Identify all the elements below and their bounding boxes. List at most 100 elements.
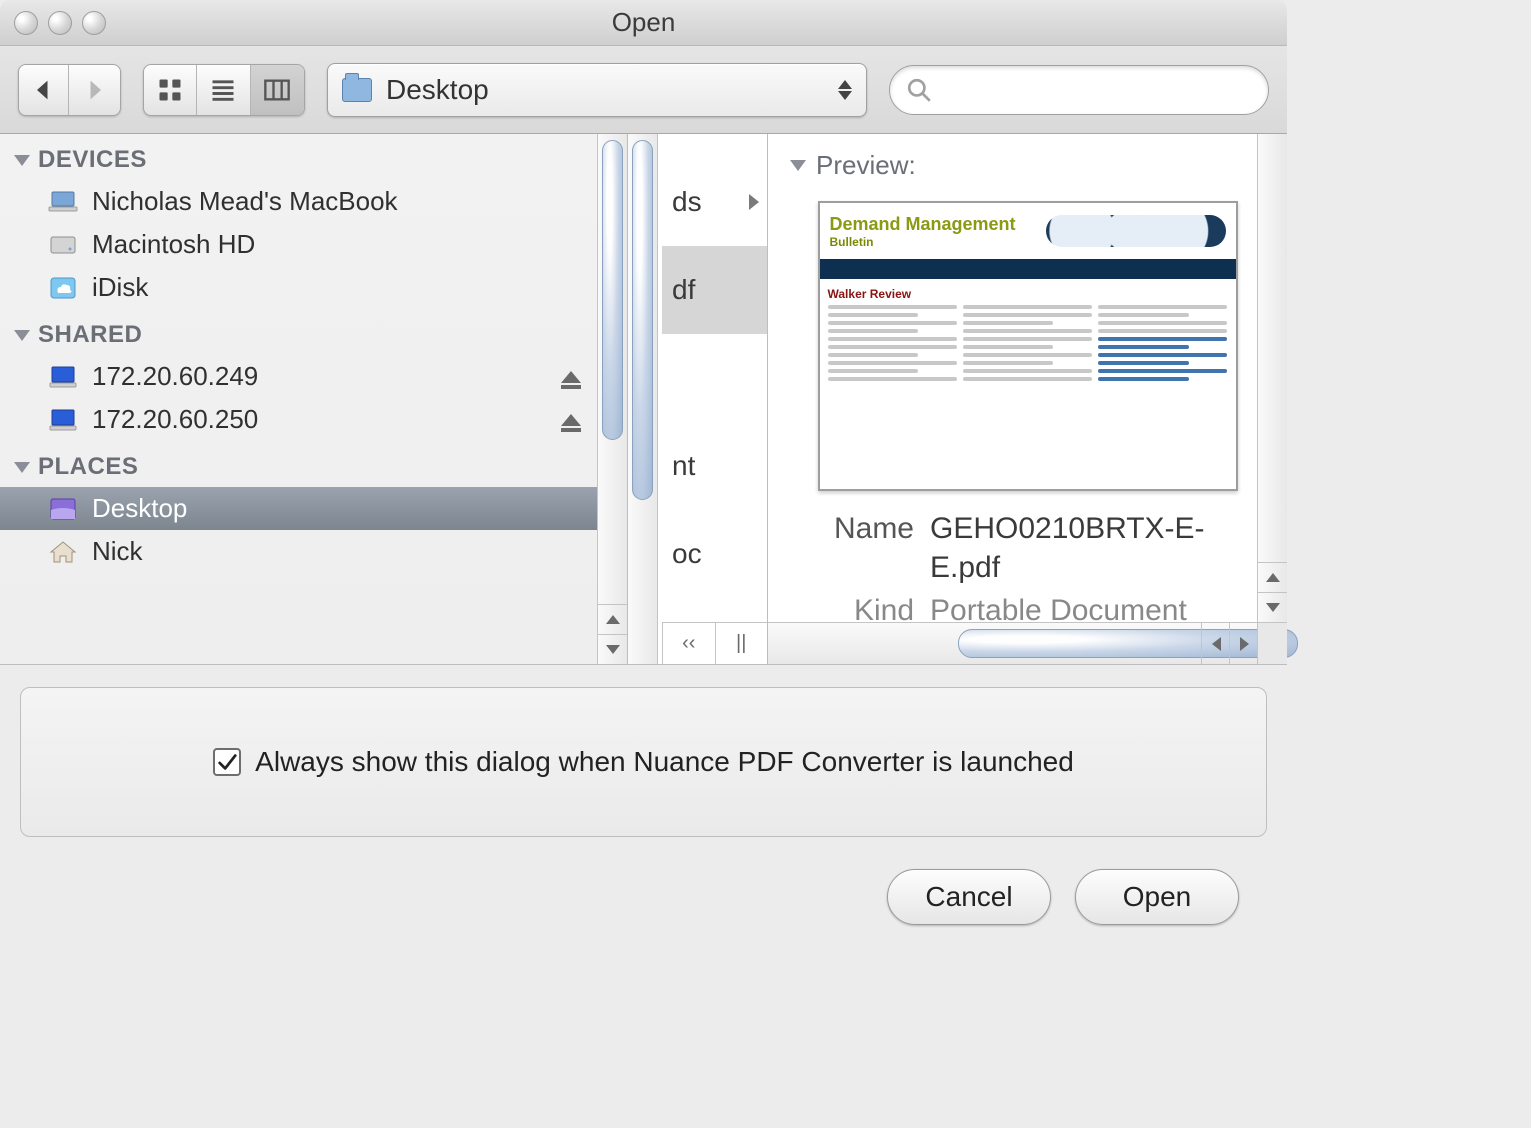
sidebar-item-shared-1[interactable]: 172.20.60.249: [0, 355, 627, 398]
doc-banner-strip: [820, 259, 1236, 279]
list-item[interactable]: nt: [662, 422, 767, 510]
network-pc-icon: [48, 407, 78, 433]
list-item[interactable]: df: [662, 246, 767, 334]
sidebar-item-macbook[interactable]: Nicholas Mead's MacBook: [0, 180, 627, 223]
open-button[interactable]: Open: [1075, 869, 1239, 925]
scroll-left-button[interactable]: [1201, 623, 1231, 664]
sidebar-item-shared-2[interactable]: 172.20.60.250: [0, 398, 627, 441]
desktop-icon: [48, 496, 78, 522]
section-header-devices[interactable]: DEVICES: [0, 134, 627, 180]
section-title: DEVICES: [38, 146, 147, 174]
column-scrollbar[interactable]: [628, 134, 658, 664]
file-name-fragment: ds: [672, 186, 702, 218]
eject-icon[interactable]: [561, 371, 581, 383]
search-input[interactable]: [942, 76, 1252, 104]
file-name-fragment: oc: [672, 538, 702, 570]
doc-title: Demand Management: [830, 214, 1016, 235]
network-pc-icon: [48, 364, 78, 390]
preview-header[interactable]: Preview:: [768, 134, 1287, 197]
preview-vertical-scrollbar[interactable]: [1257, 134, 1287, 622]
section-title: PLACES: [38, 453, 138, 481]
scroll-down-button[interactable]: [598, 634, 627, 664]
disclosure-triangle-icon: [14, 330, 30, 341]
always-show-label: Always show this dialog when Nuance PDF …: [255, 746, 1074, 778]
file-name-fragment: df: [672, 274, 695, 306]
preview-label: Preview:: [816, 150, 916, 181]
scroll-corner: [1257, 623, 1287, 664]
preview-column: Preview: Demand Management Bulletin Walk…: [768, 134, 1287, 664]
column-view-button[interactable]: [251, 65, 304, 115]
list-item[interactable]: oc: [662, 510, 767, 598]
idisk-icon: [48, 275, 78, 301]
list-view-button[interactable]: [197, 65, 251, 115]
location-label: Desktop: [386, 74, 489, 106]
icon-view-button[interactable]: [144, 65, 198, 115]
list-item[interactable]: ds: [662, 158, 767, 246]
sidebar-item-label: Macintosh HD: [92, 229, 255, 260]
back-button[interactable]: [19, 65, 69, 115]
chevron-right-icon: [749, 194, 759, 210]
search-icon: [906, 77, 932, 103]
scrollbar-thumb[interactable]: [602, 140, 623, 440]
sidebar-item-macintosh-hd[interactable]: Macintosh HD: [0, 223, 627, 266]
home-icon: [48, 539, 78, 565]
cancel-button[interactable]: Cancel: [887, 869, 1051, 925]
open-dialog-window: Open Desktop: [0, 0, 1287, 965]
doc-body-preview: Walker Review: [820, 279, 1236, 489]
scroll-down-button[interactable]: [1258, 592, 1287, 622]
doc-banner-graphic: [1046, 215, 1226, 247]
scroll-right-button[interactable]: ||: [715, 623, 768, 664]
section-header-places[interactable]: PLACES: [0, 441, 627, 487]
sidebar-item-label: Desktop: [92, 493, 187, 524]
hdd-icon: [48, 232, 78, 258]
section-title: SHARED: [38, 321, 142, 349]
file-list: ds df nt oc: [662, 134, 767, 664]
meta-name-label: Name: [804, 509, 914, 587]
sidebar-item-desktop[interactable]: Desktop: [0, 487, 627, 530]
preview-horizontal-scrollbar[interactable]: [768, 622, 1287, 664]
sidebar-item-label: iDisk: [92, 272, 148, 303]
view-mode-buttons: [143, 64, 305, 116]
disclosure-triangle-icon: [14, 462, 30, 473]
folder-icon: [342, 78, 372, 102]
dialog-buttons: Cancel Open: [0, 859, 1287, 955]
sidebar-item-home[interactable]: Nick: [0, 530, 627, 573]
file-name-fragment: nt: [672, 450, 695, 482]
sidebar-scrollbar[interactable]: [597, 134, 627, 664]
section-header-shared[interactable]: SHARED: [0, 309, 627, 355]
sidebar-item-label: Nick: [92, 536, 143, 567]
sidebar-item-label: 172.20.60.250: [92, 404, 258, 435]
scrollbar-thumb[interactable]: [632, 140, 653, 500]
scroll-up-button[interactable]: [598, 604, 627, 634]
meta-name-value: GEHO0210BRTX-E-E.pdf: [930, 509, 1251, 587]
preview-metadata: Name GEHO0210BRTX-E-E.pdf Kind Portable …: [768, 509, 1287, 630]
scroll-right-button[interactable]: [1229, 623, 1259, 664]
check-icon: [216, 751, 238, 773]
disclosure-triangle-icon: [14, 155, 30, 166]
doc-section-heading: Walker Review: [828, 287, 957, 301]
nav-buttons: [18, 64, 121, 116]
sidebar: DEVICES Nicholas Mead's MacBook Macintos…: [0, 134, 628, 664]
scroll-left-button[interactable]: ‹‹: [662, 623, 715, 664]
preview-thumbnail: Demand Management Bulletin Walker Review: [818, 201, 1238, 491]
sidebar-item-label: 172.20.60.249: [92, 361, 258, 392]
footer: Always show this dialog when Nuance PDF …: [0, 664, 1287, 955]
column-bottom-controls: ‹‹ ||: [662, 622, 767, 664]
forward-button[interactable]: [69, 65, 119, 115]
always-show-checkbox[interactable]: [213, 748, 241, 776]
window-title: Open: [0, 7, 1287, 38]
laptop-icon: [48, 189, 78, 215]
file-list-column: ds df nt oc ‹‹ ||: [628, 134, 768, 664]
search-field[interactable]: [889, 65, 1269, 115]
disclosure-triangle-icon: [790, 160, 806, 171]
toolbar: Desktop: [0, 46, 1287, 134]
browser-body: DEVICES Nicholas Mead's MacBook Macintos…: [0, 134, 1287, 664]
eject-icon[interactable]: [561, 414, 581, 426]
scroll-up-button[interactable]: [1258, 562, 1287, 592]
titlebar: Open: [0, 0, 1287, 46]
popup-arrows-icon: [838, 80, 852, 100]
sidebar-item-label: Nicholas Mead's MacBook: [92, 186, 398, 217]
options-box: Always show this dialog when Nuance PDF …: [20, 687, 1267, 837]
sidebar-item-idisk[interactable]: iDisk: [0, 266, 627, 309]
location-popup[interactable]: Desktop: [327, 63, 867, 117]
